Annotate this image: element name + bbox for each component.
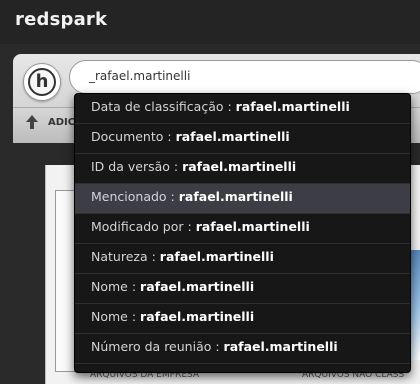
brand-name: redspark [15,9,108,30]
search-value: _rafael.martinelli [89,69,191,83]
suggestion-value: rafael.martinelli [159,249,274,264]
suggestion-value: rafael.martinelli [178,189,293,204]
suggestion-value: rafael.martinelli [235,99,350,114]
suggestion-item-highlighted[interactable]: Mencionado : rafael.martinelli [75,184,410,214]
suggestion-value: rafael.martinelli [223,339,338,354]
h-logo-icon: h [28,68,56,96]
logo[interactable]: h [23,63,61,101]
suggestion-field: Nome : [91,279,141,294]
suggestion-item[interactable]: Modificado por : rafael.martinelli [75,214,410,244]
suggestion-field: Documento : [91,129,176,144]
suggestion-field: ID da versão : [91,159,183,174]
suggestion-item[interactable]: Nome : rafael.martinelli [75,274,410,304]
suggestion-field: Número da reunião : [91,339,224,354]
suggestion-item[interactable]: Número da reunião : rafael.martinelli [75,334,410,364]
top-bar: redspark [0,0,420,44]
suggestion-value: rafael.martinelli [140,279,255,294]
suggestion-field: Natureza : [91,249,160,264]
suggestion-value: rafael.martinelli [195,219,310,234]
arrow-up-icon[interactable] [25,114,39,130]
suggestion-value: rafael.martinelli [175,129,290,144]
suggestion-field: Data de classificação : [91,99,236,114]
suggestion-value: rafael.martinelli [182,159,297,174]
search-input[interactable]: _rafael.martinelli [69,60,420,94]
suggestion-item[interactable]: Nome : rafael.martinelli [75,304,410,334]
suggestion-item[interactable]: ID da versão : rafael.martinelli [75,154,410,184]
suggestion-dropdown: Data de classificação : rafael.martinell… [74,93,411,373]
suggestion-item[interactable]: Natureza : rafael.martinelli [75,244,410,274]
suggestion-value: rafael.martinelli [140,309,255,324]
suggestion-item[interactable]: Data de classificação : rafael.martinell… [75,94,410,124]
suggestion-field: Modificado por : [91,219,196,234]
suggestion-field: Mencionado : [91,189,179,204]
suggestion-field: Nome : [91,309,141,324]
suggestion-item[interactable]: Documento : rafael.martinelli [75,124,410,154]
